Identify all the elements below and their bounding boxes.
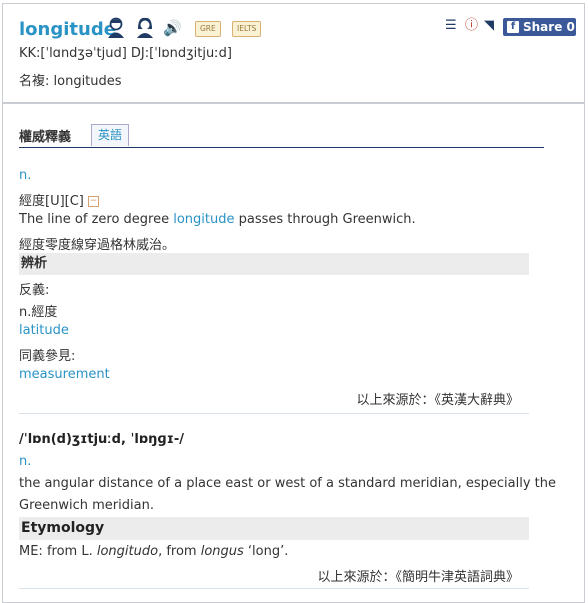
example-text-pre: The line of zero degree (19, 212, 174, 227)
example-text-post: passes through Greenwich. (234, 212, 416, 227)
entry1-sense: 經度[U][C] − (19, 190, 99, 209)
facebook-icon: f (507, 21, 519, 33)
example-highlight-link[interactable]: longitude (173, 212, 234, 227)
rss-icon[interactable]: ◥ (484, 19, 494, 32)
entry2-pos: n. (19, 454, 32, 469)
sense-text: 經度[U][C] (19, 194, 84, 209)
collapse-toggle-icon[interactable]: − (87, 196, 99, 207)
male-pronunciation-icon[interactable] (107, 17, 125, 39)
entry2-definition-line1: the angular distance of a place east or … (19, 476, 556, 491)
dictionary-panel: longitude 🔊 GRE IELTS ☰ ⓘ ◥ f Share 0 KK:… (2, 3, 585, 603)
etymology-heading: Etymology (19, 517, 529, 540)
antonym-pos: n.經度 (19, 305, 58, 320)
etym-word-longitudo: longitudo (96, 544, 159, 559)
wordbook-icon[interactable]: ☰ (445, 19, 457, 32)
pron-a: /ˈlɒn(d)ʒɪtjuːd (19, 432, 121, 447)
ielts-badge: IELTS (232, 21, 262, 37)
tab-english[interactable]: 英語 (91, 124, 130, 146)
pronunciation: KK:[ˈlɑndʒəˈtjud] DJ:[ˈlɒndʒitjuːd] (19, 46, 232, 61)
gre-badge: GRE (195, 21, 221, 37)
entry2-pronunciation: /ˈlɒn(d)ʒɪtjuːd, ˈlɒŋɡɪ-/ (19, 432, 184, 447)
word-header: longitude 🔊 GRE IELTS ☰ ⓘ ◥ f Share 0 KK:… (3, 4, 584, 104)
entry1-example: The line of zero degree longitude passes… (19, 212, 416, 227)
headword: longitude (19, 19, 116, 40)
section-divider (19, 413, 529, 414)
synonym-link[interactable]: measurement (19, 367, 110, 382)
plural-form: 名複: longitudes (19, 74, 122, 89)
female-pronunciation-icon[interactable] (136, 17, 154, 39)
entry1-pos: n. (19, 168, 32, 183)
antonym-link[interactable]: latitude (19, 323, 69, 338)
entry2-source: 以上來源於：《簡明牛津英語詞典》 (317, 570, 519, 585)
tab-authoritative[interactable]: 權威釋義 (19, 126, 71, 145)
analysis-heading: 辨析 (19, 253, 529, 275)
etym-pre: ME: from L. (19, 544, 97, 559)
etym-post: ‘long’. (243, 544, 289, 559)
entry2-definition-line2: Greenwich meridian. (19, 498, 154, 513)
antonym-label: 反義: (19, 283, 50, 298)
entry1-translation: 經度零度線穿過格林威治。 (19, 238, 176, 253)
entry1-source: 以上來源於：《英漢大辭典》 (356, 393, 519, 408)
speaker-icon[interactable]: 🔊 (163, 21, 182, 36)
etymology-text: ME: from L. longitudo, from longus ‘long… (19, 544, 288, 559)
definition-tabs: 權威釋義 英語 (19, 124, 544, 148)
synonym-label: 同義參見: (19, 349, 76, 364)
etym-mid: , from (158, 544, 201, 559)
pron-b: ˈlɒŋɡɪ-/ (130, 432, 184, 447)
bottom-divider (19, 588, 529, 589)
etym-word-longus: longus (200, 544, 244, 559)
report-icon[interactable]: ⓘ (465, 19, 478, 32)
facebook-share-button[interactable]: f Share 0 (503, 18, 576, 36)
share-label: Share 0 (523, 20, 575, 34)
